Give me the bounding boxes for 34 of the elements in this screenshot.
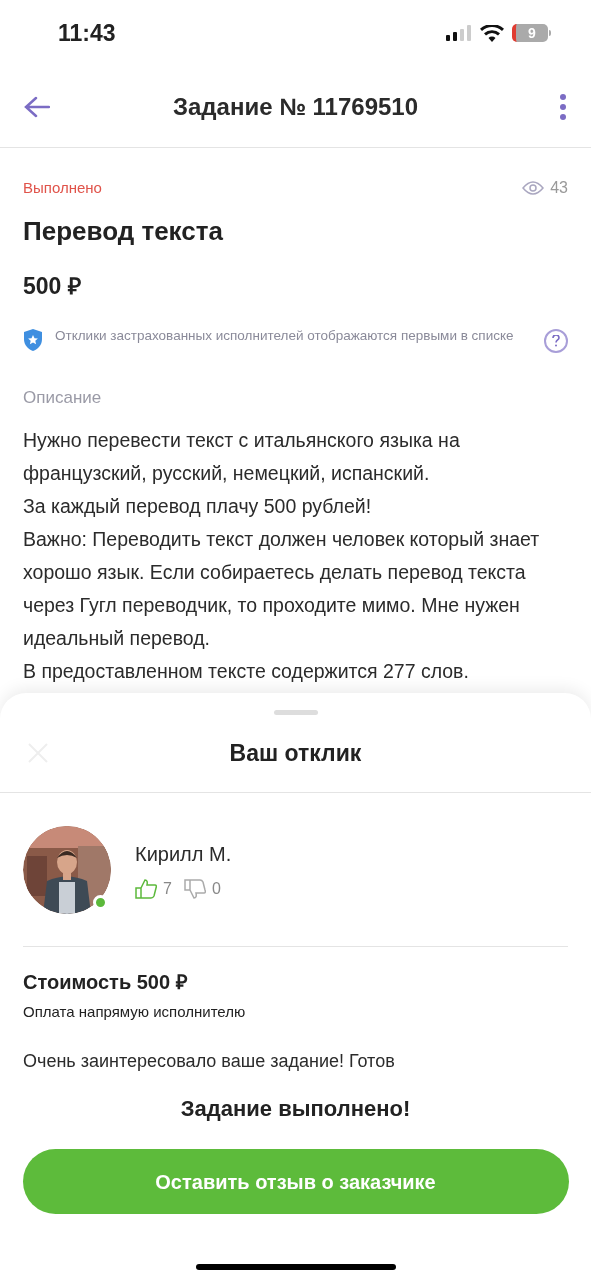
- cost-title: Стоимость 500 ₽: [23, 970, 189, 995]
- thumbs-down-icon: [183, 879, 206, 899]
- views-count: 43: [550, 178, 568, 198]
- likes-count: 7: [163, 879, 172, 899]
- page-title: Задание № 11769510: [172, 91, 419, 122]
- description-paragraph: Нужно перевести текст с итальянского языка на французский, русский, немецкий, испанский.: [23, 428, 461, 486]
- status-time: 11:43: [58, 18, 116, 48]
- task-price: 500 ₽: [23, 272, 82, 301]
- section-label: Описание: [23, 386, 103, 409]
- response-message: Очень заинтересовало ваше задание! Готов: [23, 1049, 396, 1072]
- description-paragraph: В предоставленном тексте содержится 277 слов.: [23, 659, 470, 684]
- description-paragraph: Важно: Переводить текст должен человек который знает хорошо язык. Если собираетесь делать перевод текста через Гугл переводчик, то проходите мимо. Мне нужен идеальный перевод.: [23, 527, 541, 651]
- more-icon: [559, 93, 567, 120]
- battery-icon: 9: [512, 24, 551, 42]
- help-button[interactable]: [544, 328, 568, 353]
- review-button[interactable]: Оставить отзыв о заказчике: [22, 1149, 569, 1214]
- thumbs-up-icon: [135, 879, 157, 899]
- eye-icon: [522, 181, 545, 195]
- signal-icon: [446, 25, 472, 41]
- sheet-title: Ваш отклик: [229, 739, 362, 769]
- task-status: Выполнено: [23, 177, 102, 198]
- wifi-icon: [480, 24, 504, 42]
- payment-note: Оплата напрямую исполнителю: [23, 1002, 247, 1022]
- back-arrow-icon: [24, 95, 50, 118]
- description-paragraph: За каждый перевод плачу 500 рублей!: [23, 494, 373, 519]
- shield-icon: [23, 327, 43, 352]
- question-icon: [552, 334, 560, 347]
- drag-handle[interactable]: [273, 710, 318, 715]
- performer-name: Кирилл М.: [135, 842, 232, 867]
- dislikes-count: 0: [211, 879, 221, 899]
- back-button[interactable]: [24, 95, 52, 118]
- completion-status: Задание выполнено!: [180, 1095, 411, 1123]
- insurance-note: Отклики застрахованных исполнителей отображаются первыми в списке: [55, 326, 515, 345]
- task-title: Перевод текста: [23, 215, 224, 248]
